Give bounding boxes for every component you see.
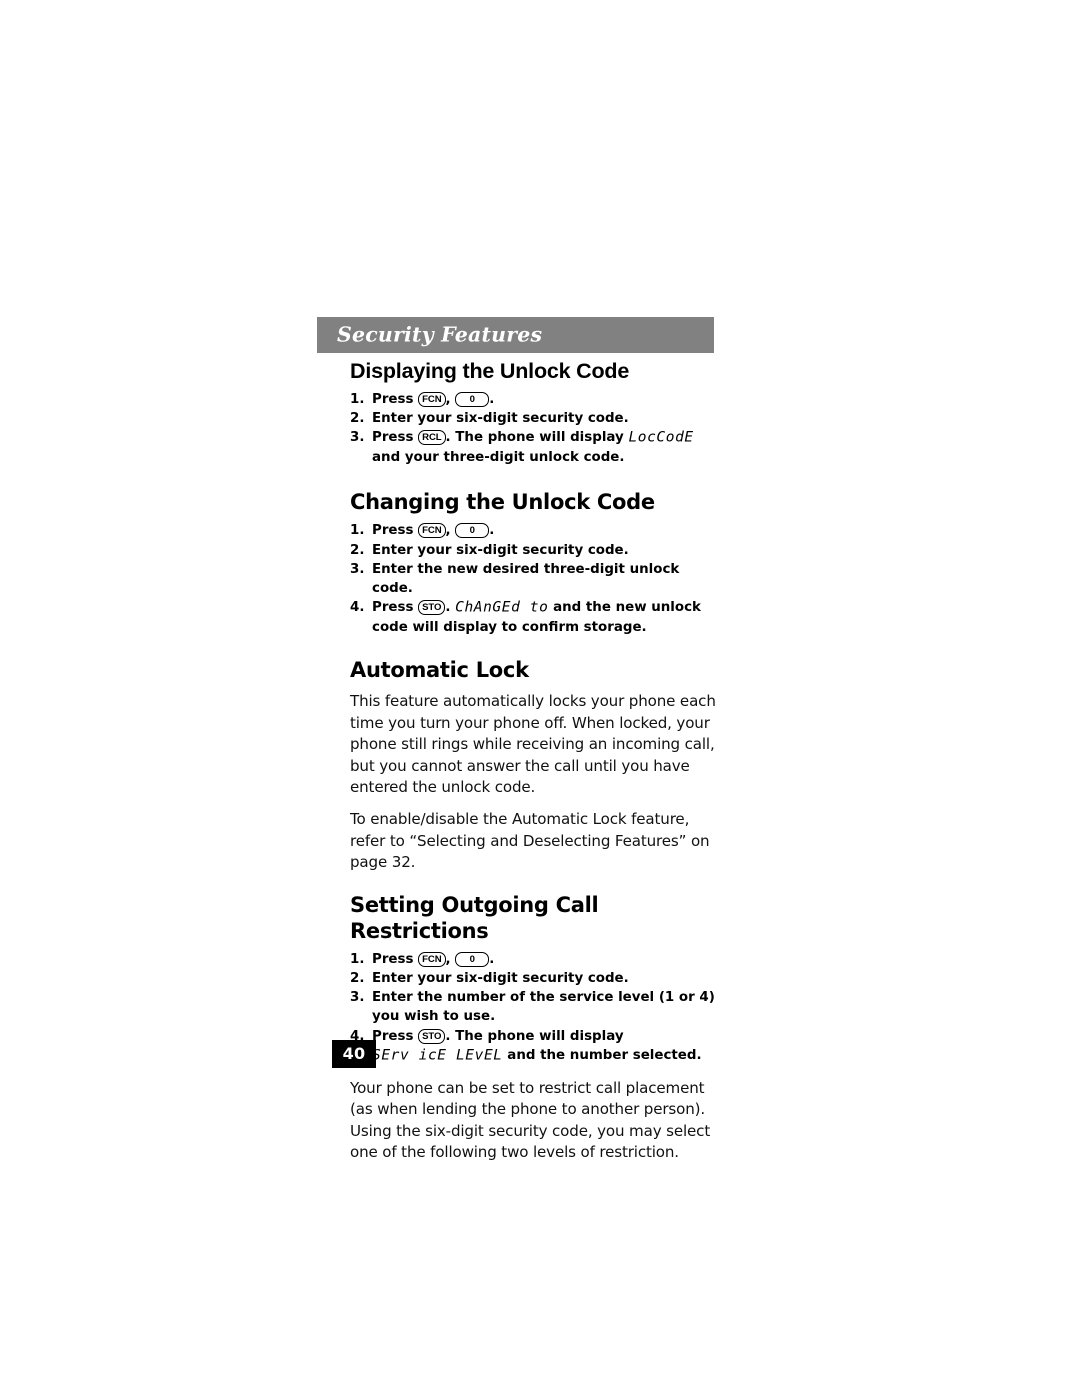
paragraph-automatic-lock-reference: To enable/disable the Automatic Lock fea…	[350, 810, 710, 872]
step-number: 2.	[350, 970, 365, 986]
list-item: 2. Enter your six-digit security code.	[350, 409, 720, 428]
paragraph-automatic-lock-description: This feature automatically locks your ph…	[350, 692, 716, 797]
step-text: Press	[372, 523, 419, 539]
list-item: 1. Press FCN, 0.	[350, 950, 720, 969]
section-heading-displaying-unlock-code: Displaying the Unlock Code	[350, 359, 630, 383]
key-sto: STO	[418, 600, 446, 616]
step-text: Enter your six-digit security code.	[372, 970, 629, 986]
list-item: 4. Press STO. The phone will display SErv…	[350, 1027, 720, 1066]
step-number: 4.	[350, 600, 365, 616]
manual-page: Security Features Displaying the Unlock …	[0, 0, 1080, 1397]
key-fcn: FCN	[418, 951, 446, 967]
key-fcn: FCN	[418, 392, 446, 407]
step-separator: ,	[445, 523, 456, 539]
step-text: Enter your six-digit security code.	[372, 411, 629, 427]
step-text-mid: . The phone will display	[445, 1028, 624, 1044]
step-number: 1.	[350, 523, 365, 539]
section-heading-outgoing-call-restrictions: Setting Outgoing Call Restrictions	[350, 892, 599, 943]
step-text-tail: .	[489, 951, 495, 967]
step-text: Press	[372, 600, 419, 616]
step-number: 1.	[350, 951, 365, 967]
page-number-badge: 40	[332, 1040, 376, 1068]
list-item: 4. Press STO. ChAnGEd to and the new unlo…	[350, 598, 720, 637]
step-text: Press	[372, 951, 419, 967]
key-rcl: RCL	[418, 430, 446, 446]
steps-displaying-unlock-code: 1. Press FCN, 0. 2. Enter your six-digit s…	[350, 390, 720, 467]
page-content: Displaying the Unlock Code 1. Press FCN, …	[350, 358, 720, 1164]
step-separator: ,	[445, 392, 456, 407]
step-number: 1.	[350, 392, 365, 407]
running-header-bar: Security Features	[317, 317, 714, 353]
list-item: 3. Enter the new desired three-digit unlo…	[350, 560, 720, 598]
steps-outgoing-call-restrictions: 1. Press FCN, 0. 2. Enter your six-digit s…	[350, 950, 720, 1066]
step-number: 3.	[350, 561, 365, 577]
section-heading-changing-unlock-code: Changing the Unlock Code	[350, 490, 655, 515]
step-text: Press	[372, 1028, 419, 1044]
step-text-mid: . The phone will display	[445, 430, 629, 446]
step-text: Enter the new desired three-digit unlock…	[372, 561, 680, 596]
list-item: 2. Enter your six-digit security code.	[350, 969, 720, 988]
step-text-tail: .	[489, 523, 495, 539]
list-item: 2. Enter your six-digit security code.	[350, 541, 720, 560]
paragraph-call-restriction-description: Your phone can be set to restrict call p…	[350, 1078, 711, 1162]
step-text: Press	[372, 392, 419, 407]
list-item: 3. Enter the number of the service level …	[350, 988, 720, 1026]
key-fcn: FCN	[418, 523, 446, 539]
step-text: Press	[372, 430, 419, 446]
key-sto: STO	[418, 1028, 446, 1044]
step-text-mid: .	[445, 600, 456, 616]
list-item: 1. Press FCN, 0.	[350, 390, 720, 409]
list-item: 1. Press FCN, 0.	[350, 521, 720, 540]
step-text-tail: .	[489, 392, 495, 407]
page-number: 40	[342, 1044, 366, 1064]
key-0: 0	[455, 951, 490, 967]
lcd-display-text: LocCodE	[628, 429, 694, 446]
key-0: 0	[455, 392, 490, 407]
lcd-display-text: SErv icE LEvEL	[372, 1047, 503, 1064]
step-text: Enter the number of the service level (1…	[372, 990, 715, 1025]
step-text-tail: and the number selected.	[502, 1047, 702, 1063]
step-separator: ,	[445, 951, 456, 967]
running-header-title: Security Features	[337, 322, 543, 347]
list-item: 3. Press RCL. The phone will display LocC…	[350, 428, 720, 467]
section-heading-automatic-lock: Automatic Lock	[350, 658, 529, 683]
key-0: 0	[455, 523, 490, 539]
step-number: 2.	[350, 411, 365, 427]
step-text-tail: and your three-digit unlock code.	[372, 450, 625, 466]
step-number: 3.	[350, 430, 365, 446]
step-number: 2.	[350, 542, 365, 558]
steps-changing-unlock-code: 1. Press FCN, 0. 2. Enter your six-digit s…	[350, 521, 720, 637]
lcd-display-text: ChAnGEd to	[455, 599, 549, 616]
step-number: 3.	[350, 990, 365, 1006]
step-text: Enter your six-digit security code.	[372, 542, 629, 558]
